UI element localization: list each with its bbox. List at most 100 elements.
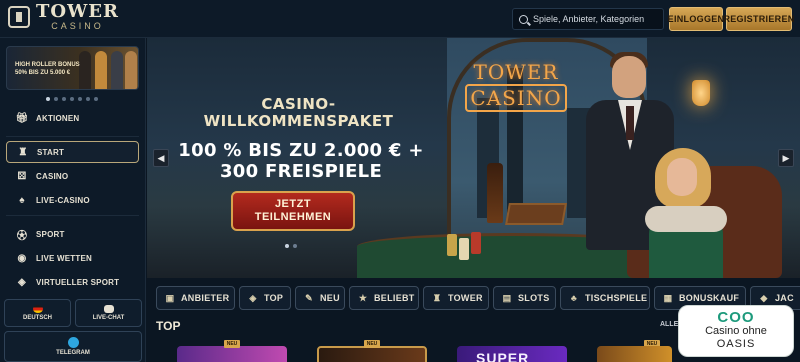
search-box[interactable] [512,8,664,30]
promo-banner[interactable]: HIGH ROLLER BONUS 50% BIS ZU 5.000 € [6,46,139,90]
game-tile-title: SUPER [476,350,530,362]
game-tile[interactable] [597,346,672,362]
category-label: BONUSKAUF [679,293,740,303]
category-label: SLOTS [518,293,550,303]
sidebar-item-live-wetten[interactable]: ◉ LIVE WETTEN [6,247,139,269]
sidebar-item-label: START [37,147,65,157]
section-title: TOP [156,319,181,333]
category-tower[interactable]: ♜ TOWER [423,286,489,310]
hero-offer-line2: 300 FREISPIELE [219,161,383,182]
sidebar-item-label: LIVE-CASINO [36,195,90,205]
telegram-button[interactable]: TELEGRAM [4,331,142,362]
hero-chip-stack [459,238,469,260]
overlay-badge: COO Casino ohne OASIS [678,305,794,357]
hero-logo-line1: TOWER [473,60,559,84]
new-badge: NEU [224,340,240,348]
sidebar-divider [6,215,139,216]
promo-pagination [46,97,98,101]
promo-dot[interactable] [54,97,58,101]
star-icon: ★ [358,292,368,303]
gift-icon: 🎁︎ [15,112,29,124]
slots-icon: ▤ [502,292,512,303]
logo-mark-icon [8,6,30,28]
new-icon: ✎ [305,292,313,303]
logo-sub-text: CASINO [51,21,104,31]
hero-next-arrow-icon[interactable]: ▶ [778,149,794,167]
promo-dot[interactable] [62,97,66,101]
promo-dot[interactable] [78,97,82,101]
game-tile[interactable] [317,346,427,362]
hero-bottle [487,163,503,223]
live-chat-label: LIVE-CHAT [92,315,125,321]
category-slots[interactable]: ▤ SLOTS [493,286,556,310]
sidebar-item-start[interactable]: ♜ START [6,141,139,163]
category-anbieter[interactable]: ▣ ANBIETER [156,286,235,310]
login-button[interactable]: EINLOGGEN [668,7,724,31]
controller-icon: ◈ [18,276,26,288]
cta-line2: TEILNEHMEN [254,211,332,223]
language-label: DEUTSCH [22,315,52,321]
app-root: TOWER CASINO EINLOGGEN REGISTRIEREN HIGH… [0,0,800,362]
join-now-button[interactable]: JETZT TEILNEHMEN [231,191,355,231]
broadcast-icon: ◉ [17,252,27,264]
hero-banner[interactable]: TOWER CASINO CASINO- WILLKOMMENSPAKET 10… [147,38,800,278]
category-label: NEU [320,293,340,303]
sidebar-item-casino[interactable]: ⚄ CASINO [6,165,139,187]
hero-chip-stack [447,234,457,256]
category-label: JAC [775,293,794,303]
jackpot-icon: ◆ [760,292,768,303]
ball-icon: ⚽︎ [16,230,28,242]
game-tile[interactable] [177,346,287,362]
category-beliebt[interactable]: ★ BELIEBT [349,286,419,310]
category-neu[interactable]: ✎ NEU [295,286,345,310]
table-games-icon: ♣ [570,293,578,303]
hero-dot[interactable] [285,244,289,248]
sidebar-item-live-casino[interactable]: ♠ LIVE-CASINO [6,189,139,211]
promo-dot[interactable] [46,97,50,101]
dice-icon: ⚄ [17,170,27,182]
promo-figure-image [125,51,137,89]
sidebar-item-label: VIRTUELLER SPORT [36,277,120,287]
promo-dot[interactable] [70,97,74,101]
search-input[interactable] [533,14,663,24]
hero-logo-line2: CASINO [465,84,567,112]
sidebar-item-virtueller-sport[interactable]: ◈ VIRTUELLER SPORT [6,271,139,293]
category-label: TOP [264,293,284,303]
live-chat-button[interactable]: LIVE-CHAT [75,299,142,327]
sidebar-item-label: AKTIONEN [36,113,80,123]
promo-dot[interactable] [86,97,90,101]
cta-line1: JETZT [274,198,312,210]
sidebar-divider [6,136,139,137]
sidebar-item-label: LIVE WETTEN [36,253,92,263]
category-label: TOWER [448,293,483,303]
sidebar-item-aktionen[interactable]: 🎁︎ AKTIONEN [6,107,139,129]
telegram-label: TELEGRAM [56,350,90,356]
shield-icon: ◈ [249,292,257,303]
category-top[interactable]: ◈ TOP [239,286,291,310]
provider-icon: ▣ [165,292,175,303]
hero-offer: 100 % BIS ZU 2.000 € + 300 FREISPIELE [167,140,435,182]
telegram-icon [67,337,79,348]
category-tischspiele[interactable]: ♣ TISCHSPIELE [560,286,650,310]
hero-wall-lamp [692,80,710,106]
hero-prev-arrow-icon[interactable]: ◀ [153,149,169,167]
hero-title-line2: WILLKOMMENSPAKET [203,112,394,130]
cards-icon: ♠ [19,194,25,206]
sidebar-item-sport[interactable]: ⚽︎ SPORT [6,223,139,245]
hero-dot[interactable] [293,244,297,248]
register-button[interactable]: REGISTRIEREN [723,7,794,31]
sidebar: HIGH ROLLER BONUS 50% BIS ZU 5.000 € 🎁︎ … [0,38,146,362]
site-logo[interactable]: TOWER CASINO [8,3,119,31]
category-label: ANBIETER [181,293,230,303]
badge-line2: Casino ohne [705,325,767,337]
search-icon [519,14,528,24]
promo-figure-image [111,51,123,89]
hero-cigar-box [505,203,567,225]
promo-figure-image [79,51,91,89]
hero-offer-line1: 100 % BIS ZU 2.000 € + [178,140,424,161]
language-button[interactable]: DEUTSCH [4,299,71,327]
promo-dot[interactable] [94,97,98,101]
hero-chip-stack [471,232,481,254]
chat-icon [103,305,114,313]
sidebar-item-label: SPORT [36,229,65,239]
